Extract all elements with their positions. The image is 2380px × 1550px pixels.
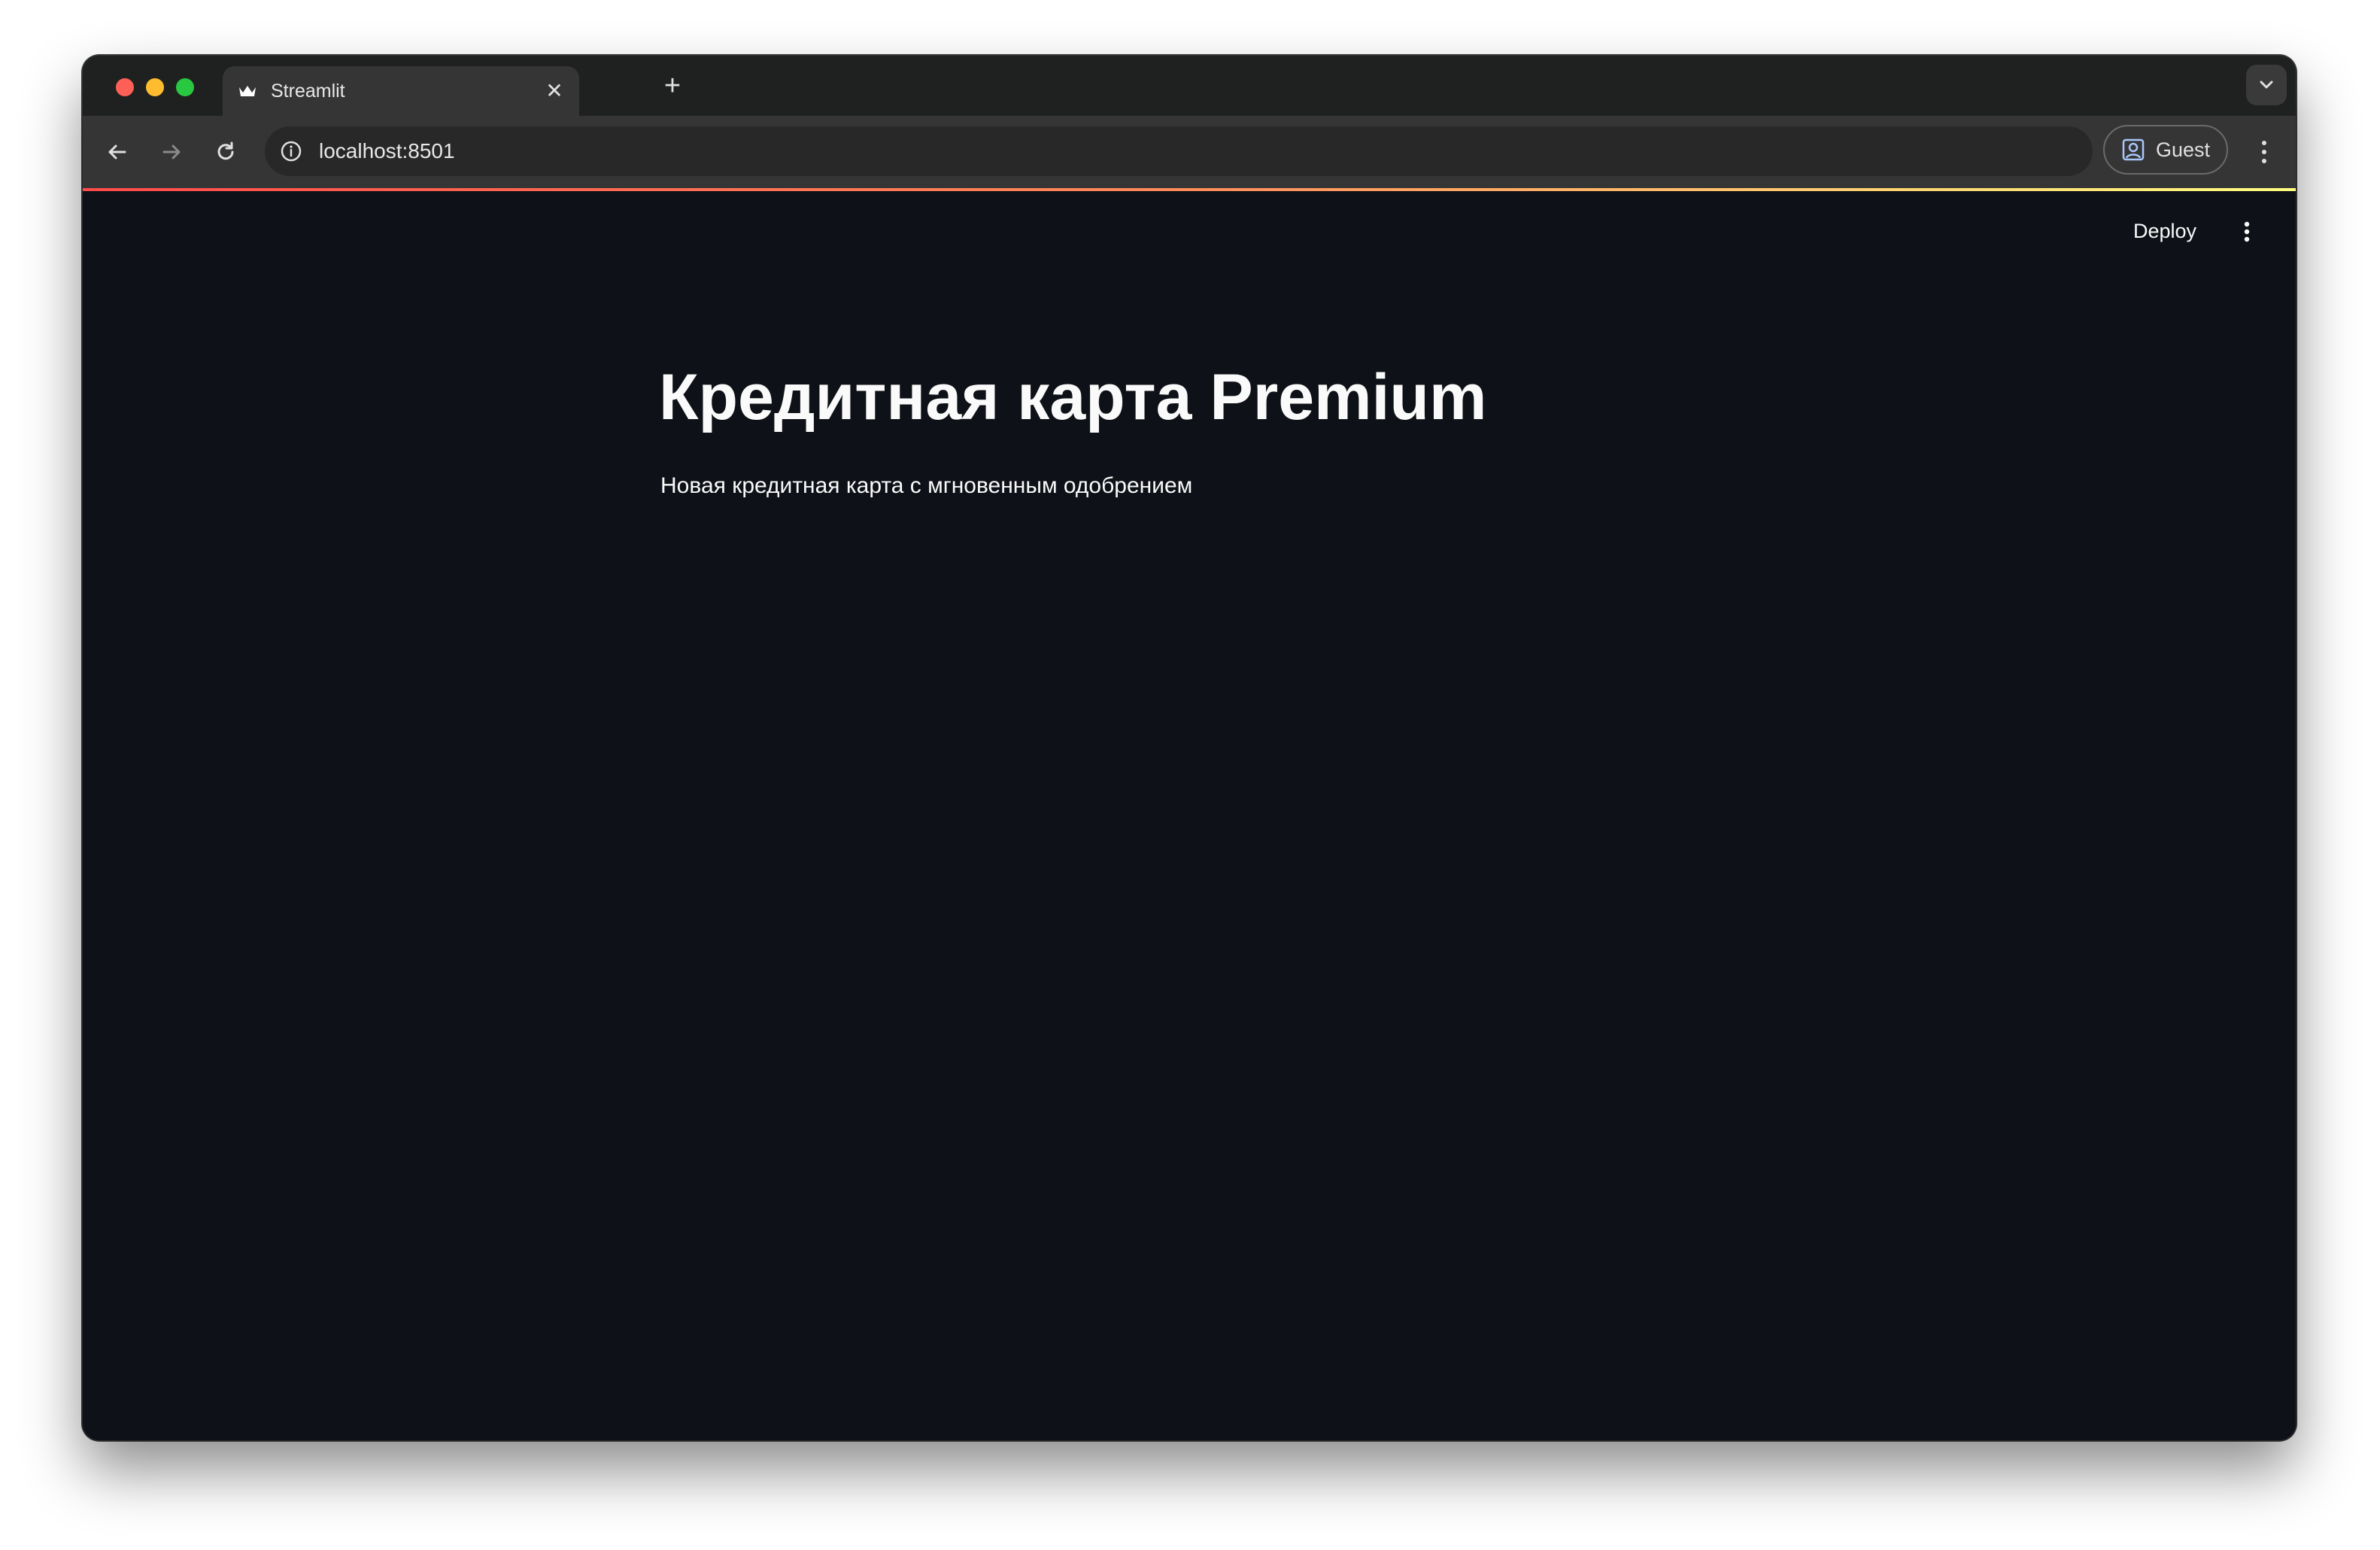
browser-toolbar: localhost:8501 Guest — [83, 116, 2296, 188]
tab-streamlit[interactable]: Streamlit ✕ — [223, 66, 579, 116]
chevron-down-icon — [2260, 81, 2273, 89]
reload-icon[interactable] — [212, 138, 239, 166]
minimize-window-button[interactable] — [146, 78, 164, 96]
browser-window: Streamlit ✕ + localhost:8501 Guest Deplo… — [83, 56, 2296, 1440]
tab-search-button[interactable] — [2246, 65, 2287, 105]
address-bar[interactable]: localhost:8501 — [265, 126, 2093, 176]
deploy-button[interactable]: Deploy — [2133, 218, 2196, 244]
streamlit-crown-icon — [239, 86, 256, 96]
profile-label: Guest — [2156, 138, 2211, 161]
url-text: localhost:8501 — [319, 139, 455, 163]
main-menu-icon[interactable] — [2236, 218, 2258, 245]
page-title: Кредитная карта Premium — [659, 361, 1487, 433]
person-icon — [2122, 138, 2145, 161]
profile-button[interactable]: Guest — [2103, 125, 2228, 175]
streamlit-app: Deploy Кредитная карта Premium Новая кре… — [83, 191, 2296, 1440]
tab-title: Streamlit — [271, 81, 345, 102]
more-vert-icon[interactable] — [2251, 135, 2278, 169]
tab-strip: Streamlit ✕ + — [83, 56, 2296, 116]
close-tab-icon[interactable]: ✕ — [543, 80, 566, 102]
maximize-window-button[interactable] — [176, 78, 194, 96]
site-info-icon[interactable] — [280, 140, 302, 163]
close-window-button[interactable] — [116, 78, 134, 96]
page-subtitle: Новая кредитная карта с мгновенным одобр… — [660, 473, 1193, 498]
back-arrow-icon[interactable] — [104, 138, 131, 166]
forward-arrow-icon[interactable] — [158, 138, 185, 166]
new-tab-icon[interactable]: + — [659, 71, 686, 100]
